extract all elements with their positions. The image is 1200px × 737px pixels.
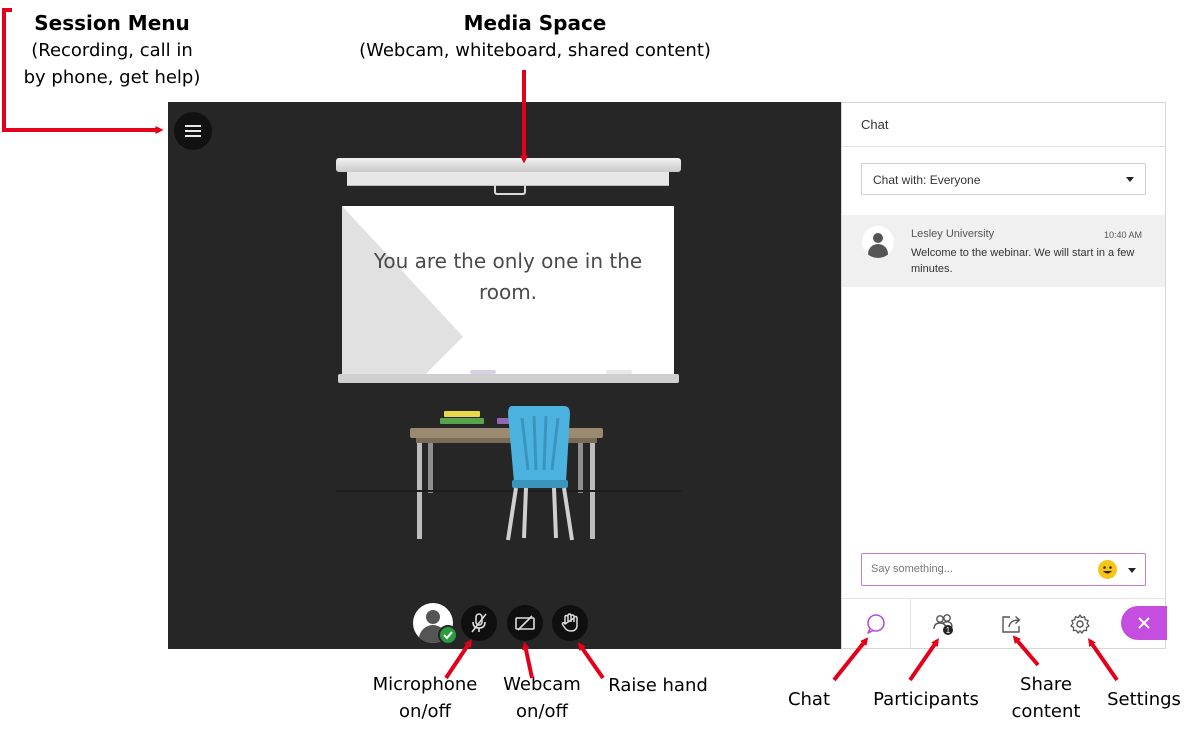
- session-menu-desc-1: (Recording, call in: [31, 40, 193, 61]
- raise-hand-annotation-text: Raise hand: [608, 675, 708, 696]
- webcam-annotation-line2: on/off: [516, 701, 568, 722]
- close-panel-button[interactable]: [1121, 606, 1167, 640]
- share-icon: [1002, 615, 1021, 633]
- media-space-desc: (Webcam, whiteboard, shared content): [359, 40, 711, 61]
- microphone-toggle-button[interactable]: [461, 605, 497, 641]
- chat-annotation-text: Chat: [787, 689, 831, 710]
- participant-count-badge: 1: [946, 626, 951, 635]
- chat-with-select[interactable]: Chat with: Everyone: [861, 163, 1146, 195]
- participants-icon: 1: [933, 613, 953, 635]
- message-author: Lesley University: [911, 228, 995, 240]
- book-stack-yellow: [444, 411, 480, 417]
- panel-divider: [842, 146, 1165, 147]
- share-annotation: Share content: [996, 671, 1096, 725]
- chat-input[interactable]: [869, 562, 1093, 576]
- tab-chat[interactable]: [842, 599, 911, 648]
- chevron-down-icon: [1126, 177, 1134, 182]
- settings-annotation-text: Settings: [1107, 689, 1181, 710]
- participants-annotation: Participants: [862, 686, 990, 713]
- room-status-message: You are the only one in the room.: [373, 249, 643, 304]
- tab-settings[interactable]: [1048, 599, 1112, 648]
- session-menu-button[interactable]: [174, 112, 212, 150]
- raise-hand-icon: [561, 613, 578, 632]
- microphone-annotation: Microphone on/off: [355, 671, 495, 725]
- settings-annotation: Settings: [1098, 686, 1190, 713]
- session-menu-annotation: Session Menu (Recording, call in by phon…: [14, 10, 210, 91]
- webcam-toggle-button[interactable]: [507, 605, 543, 641]
- desk-leg: [428, 443, 433, 493]
- chevron-down-icon[interactable]: [1128, 568, 1136, 573]
- menu-icon: [185, 122, 201, 140]
- projector-screen-roller: [336, 158, 681, 172]
- close-icon: [1138, 617, 1150, 629]
- webcam-annotation-line1: Webcam: [503, 674, 581, 695]
- session-menu-title: Session Menu: [34, 11, 190, 35]
- raise-hand-button[interactable]: [552, 605, 588, 641]
- projector-screen-handle: [494, 184, 526, 195]
- webcam-annotation: Webcam on/off: [487, 671, 597, 725]
- message-timestamp: 10:40 AM: [1104, 230, 1143, 240]
- media-space-annotation: Media Space (Webcam, whiteboard, shared …: [330, 10, 740, 64]
- microphone-off-icon: [471, 613, 487, 633]
- chat-input-box: [861, 553, 1146, 586]
- status-check-icon: [438, 625, 458, 645]
- emoji-icon[interactable]: [1098, 560, 1117, 579]
- microphone-annotation-line1: Microphone: [372, 674, 478, 695]
- panel-title: Chat: [861, 117, 889, 132]
- black-marker: [606, 370, 632, 374]
- microphone-annotation-line2: on/off: [399, 701, 451, 722]
- message-avatar: [862, 226, 894, 258]
- tab-participants[interactable]: 1: [912, 599, 976, 648]
- participants-annotation-text: Participants: [873, 689, 979, 710]
- webcam-off-icon: [515, 615, 535, 631]
- chat-icon: [867, 613, 885, 634]
- chat-with-value: Chat with: Everyone: [873, 173, 981, 187]
- share-annotation-line2: content: [1011, 701, 1081, 722]
- settings-icon: [1070, 613, 1090, 634]
- tab-share-content[interactable]: [980, 599, 1044, 648]
- chat-annotation: Chat: [775, 686, 843, 713]
- message-text: Welcome to the webinar. We will start in…: [911, 247, 1135, 275]
- book-stack-green: [440, 418, 484, 424]
- whiteboard-tray: [338, 370, 679, 383]
- media-space-title: Media Space: [463, 11, 607, 35]
- whiteboard: You are the only one in the room.: [342, 206, 674, 378]
- session-menu-desc-2: by phone, get help): [23, 67, 201, 88]
- purple-marker: [470, 370, 496, 374]
- share-annotation-line1: Share: [1020, 674, 1072, 695]
- chair: [506, 406, 574, 541]
- raise-hand-annotation: Raise hand: [598, 672, 718, 699]
